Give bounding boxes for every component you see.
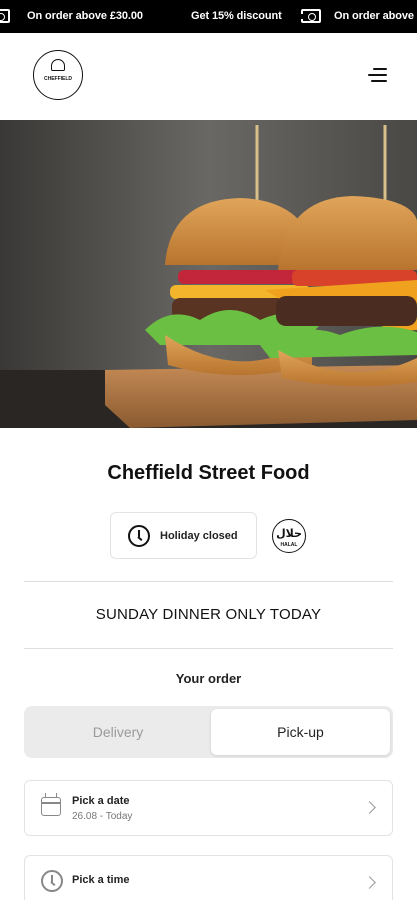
opening-status-badge[interactable]: Holiday closed <box>110 512 257 559</box>
logo-text: CHEFFIELD <box>43 76 73 82</box>
coupon-icon <box>301 9 321 23</box>
order-mode-toggle: Delivery Pick-up <box>24 706 393 758</box>
opening-status-label: Holiday closed <box>160 530 238 542</box>
hamburger-menu-icon[interactable] <box>368 68 387 82</box>
pick-time-row[interactable]: Pick a time <box>24 855 393 900</box>
promo-banner: On order above £30.00 Get 15% discount O… <box>0 0 417 33</box>
site-header: CHEFFIELD <box>0 33 417 120</box>
pick-date-value: 26.08 - Today <box>72 811 133 822</box>
delivery-option[interactable]: Delivery <box>27 709 209 755</box>
order-heading: Your order <box>175 671 242 686</box>
promo-text-3: On order above <box>334 10 414 22</box>
chevron-right-icon <box>363 876 376 889</box>
halal-english-text: HALAL <box>280 542 298 548</box>
divider <box>24 581 393 582</box>
promo-text-1: On order above £30.00 <box>27 10 143 22</box>
divider <box>24 648 393 649</box>
coupon-icon <box>0 9 10 23</box>
halal-badge: حلال HALAL <box>272 519 306 553</box>
clock-icon <box>128 525 150 547</box>
clock-icon <box>41 870 63 892</box>
halal-arabic-text: حلال <box>276 528 302 540</box>
hero-image <box>0 120 417 428</box>
chef-hat-icon <box>51 59 65 71</box>
chevron-right-icon <box>363 801 376 814</box>
pick-date-row[interactable]: Pick a date 26.08 - Today <box>24 780 393 836</box>
burger-photo <box>0 120 417 428</box>
restaurant-logo[interactable]: CHEFFIELD <box>33 50 83 100</box>
promo-text-2: Get 15% discount <box>191 10 282 22</box>
notice-text: SUNDAY DINNER ONLY TODAY <box>95 606 322 623</box>
pickup-option[interactable]: Pick-up <box>211 709 390 755</box>
restaurant-name: Cheffield Street Food <box>107 462 310 484</box>
pick-time-label: Pick a time <box>72 874 130 886</box>
calendar-icon <box>41 793 61 816</box>
pick-date-label: Pick a date <box>72 795 130 807</box>
